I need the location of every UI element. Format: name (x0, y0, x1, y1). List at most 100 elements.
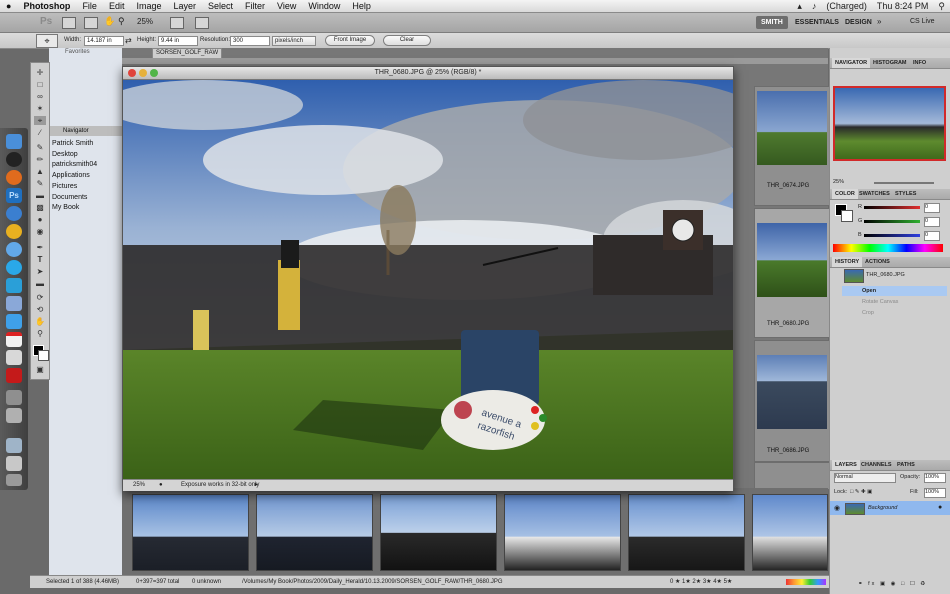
swap-dimensions-icon[interactable]: ⇄ (125, 36, 132, 45)
fill-input[interactable]: 100% (924, 488, 946, 498)
layer-row-background[interactable]: ◉ Background ● (830, 501, 950, 515)
resolution-input[interactable]: 300 (230, 36, 270, 46)
tab-info[interactable]: INFO (910, 58, 929, 68)
channel-r-slider[interactable] (864, 206, 920, 209)
tab-actions[interactable]: ACTIONS (862, 257, 893, 267)
volume-icon[interactable]: ♪ (807, 1, 822, 11)
menu-view[interactable]: View (271, 1, 302, 11)
clock[interactable]: Thu 8:24 PM (872, 1, 934, 11)
ichat-icon[interactable] (6, 314, 22, 329)
network-icon[interactable] (6, 408, 22, 423)
crop-tool-icon[interactable]: ⌖ (34, 116, 46, 125)
thumbnail-image[interactable] (757, 91, 827, 165)
menu-image[interactable]: Image (130, 1, 167, 11)
type-tool-icon[interactable]: T (34, 255, 46, 264)
crop-tool-preset-icon[interactable]: ⌖ (36, 34, 58, 48)
sidebar-item-my-book[interactable]: My Book (52, 204, 79, 211)
filmstrip-thumb[interactable] (256, 494, 373, 571)
globe-icon[interactable] (6, 206, 22, 221)
sidebar-item-pictures[interactable]: Pictures (52, 183, 77, 190)
thumbnail-cell[interactable]: THR_0680.JPG (754, 208, 830, 338)
channel-r-value[interactable]: 0 (924, 203, 940, 213)
navigator-zoom[interactable]: 25% (833, 179, 844, 185)
menu-filter[interactable]: Filter (239, 1, 271, 11)
shape-tool-icon[interactable]: ▬ (34, 279, 46, 288)
sidebar-item-documents[interactable]: Documents (52, 194, 87, 201)
filmstrip-thumb[interactable] (132, 494, 249, 571)
tab-history[interactable]: HISTORY (832, 257, 863, 267)
history-step-rotate-canvas[interactable]: Rotate Canvas (862, 299, 898, 305)
apple-icon[interactable]: ● (0, 1, 17, 11)
gradient-tool-icon[interactable]: ▩ (34, 203, 46, 212)
history-snapshot-name[interactable]: THR_0680.JPG (866, 272, 905, 278)
finder-icon[interactable] (6, 134, 22, 149)
background-color-swatch[interactable] (38, 350, 49, 361)
zoom-level[interactable]: 25% (137, 17, 153, 26)
status-info-icon[interactable]: ● (159, 480, 163, 491)
workspace-essentials[interactable]: ESSENTIALS (790, 16, 844, 29)
zoom-tool-icon[interactable]: ⚲ (34, 329, 46, 338)
quick-mask-icon[interactable]: ▣ (34, 365, 46, 374)
tab-paths[interactable]: PATHS (894, 460, 918, 470)
navigator-zoom-slider[interactable] (874, 182, 934, 184)
resolution-unit-select[interactable]: pixels/inch (272, 36, 316, 46)
photoshop-icon[interactable]: Ps (6, 188, 22, 203)
status-menu-icon[interactable]: ▸ (255, 480, 258, 491)
clear-button[interactable]: Clear (383, 35, 431, 46)
thumbnail-image[interactable] (757, 355, 827, 429)
history-snapshot-thumb[interactable] (844, 269, 864, 283)
layer-visibility-eye-icon[interactable]: ◉ (834, 504, 840, 512)
channel-g-value[interactable]: 0 (924, 217, 940, 227)
dodge-tool-icon[interactable]: ◉ (34, 227, 46, 236)
filmstrip-thumb[interactable] (504, 494, 621, 571)
menu-select[interactable]: Select (202, 1, 239, 11)
hand-tool-icon[interactable]: ✋ (104, 16, 115, 27)
menu-edit[interactable]: Edit (103, 1, 131, 11)
tab-histogram[interactable]: HISTOGRAM (870, 58, 910, 68)
channel-g-slider[interactable] (864, 220, 920, 223)
lasso-tool-icon[interactable]: ∞ (34, 92, 46, 101)
filmstrip-thumb[interactable] (752, 494, 828, 571)
filmstrip-thumb[interactable] (380, 494, 497, 571)
layers-footer-icons[interactable]: ⚭ fx ▣ ◉ □ ☐ ♻ (858, 581, 927, 587)
preview-icon[interactable] (6, 350, 22, 365)
quick-selection-tool-icon[interactable]: ✶ (34, 104, 46, 113)
cs-live-button[interactable]: CS Live (910, 18, 935, 25)
zoom-window-button[interactable] (150, 69, 158, 77)
ical-icon[interactable] (6, 332, 22, 347)
rating-filter[interactable]: 0 ★ 1★ 2★ 3★ 4★ 5★ (670, 576, 732, 588)
gallery-icon[interactable] (6, 390, 22, 405)
document-canvas[interactable]: avenue a razorfish (123, 80, 733, 479)
history-step-crop[interactable]: Crop (862, 310, 874, 316)
menu-file[interactable]: File (76, 1, 103, 11)
front-image-button[interactable]: Front Image (325, 35, 375, 46)
brush-tool-icon[interactable]: ✏ (34, 155, 46, 164)
pen-tool-icon[interactable]: ✒ (34, 243, 46, 252)
view-extras-icon[interactable] (84, 17, 98, 29)
zoom-tool-icon[interactable]: ⚲ (118, 16, 125, 27)
menu-window[interactable]: Window (302, 1, 346, 11)
sidebar-item-applications[interactable]: Applications (52, 172, 90, 179)
channel-b-value[interactable]: 0 (924, 231, 940, 241)
app-menu-photoshop[interactable]: Photoshop (17, 1, 76, 11)
clone-stamp-tool-icon[interactable]: ▲ (34, 167, 46, 176)
path-selection-tool-icon[interactable]: ➤ (34, 267, 46, 276)
channel-b-slider[interactable] (864, 234, 920, 237)
tab-swatches[interactable]: SWATCHES (856, 189, 893, 199)
minimize-window-button[interactable] (139, 69, 147, 77)
lock-icons[interactable]: □ ✎ ✚ ▣ (850, 489, 872, 495)
screen-mode-icon[interactable] (195, 17, 209, 29)
opacity-input[interactable]: 100% (924, 473, 946, 483)
move-tool-icon[interactable]: ✛ (34, 68, 46, 77)
close-window-button[interactable] (128, 69, 136, 77)
healing-brush-tool-icon[interactable]: ✎ (34, 143, 46, 152)
sidebar-item-patrick-smith[interactable]: Patrick Smith (52, 140, 93, 147)
hand-tool-icon[interactable]: ✋ (34, 317, 46, 326)
sidebar-item-desktop[interactable]: Desktop (52, 151, 78, 158)
thumbnail-cell[interactable]: THR_0686.JPG (754, 340, 830, 462)
menu-layer[interactable]: Layer (167, 1, 202, 11)
color-spectrum-ramp[interactable] (833, 244, 943, 252)
marquee-tool-icon[interactable]: □ (34, 80, 46, 89)
3d-rotate-tool-icon[interactable]: ⟳ (34, 293, 46, 302)
itunes-icon[interactable] (6, 242, 22, 257)
